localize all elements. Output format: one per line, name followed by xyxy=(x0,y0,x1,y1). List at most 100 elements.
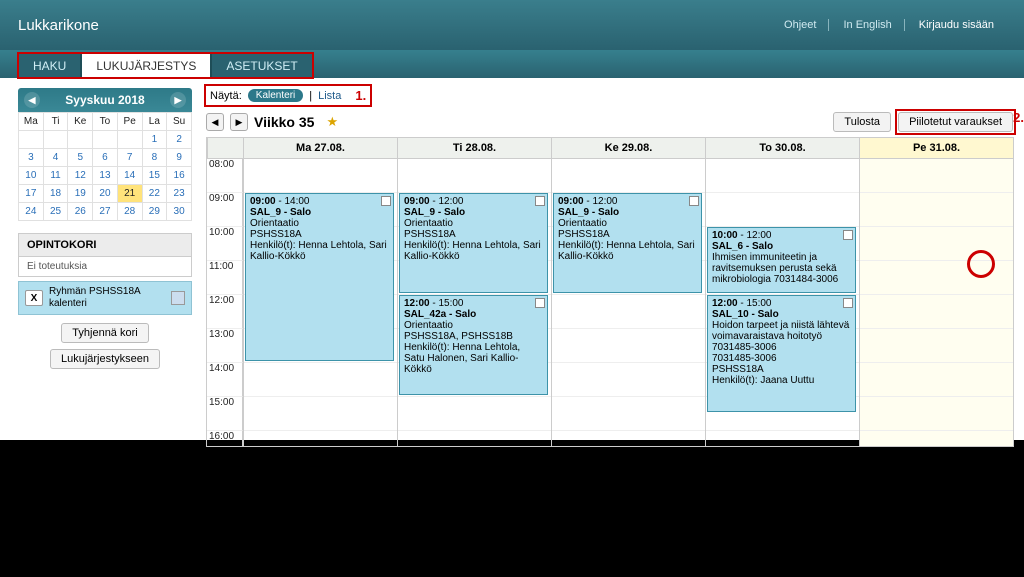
minical-prev[interactable]: ◀ xyxy=(24,92,40,108)
week-next-button[interactable]: ▶ xyxy=(230,113,248,131)
tab-settings[interactable]: ASETUKSET xyxy=(211,53,312,78)
app-header: Lukkarikone Ohjeet In English Kirjaudu s… xyxy=(0,0,1024,50)
minical-day[interactable]: 20 xyxy=(93,185,118,203)
minical-day[interactable]: 10 xyxy=(19,167,44,185)
minical-day[interactable]: 30 xyxy=(167,203,192,221)
minical-day[interactable]: 13 xyxy=(93,167,118,185)
minical-day xyxy=(68,131,93,149)
minical-day[interactable]: 6 xyxy=(93,149,118,167)
event-mon[interactable]: 09:00 - 14:00SAL_9 - SaloOrientaatioPSHS… xyxy=(245,193,394,361)
minical-day[interactable]: 21 xyxy=(117,185,142,203)
event-pin-icon[interactable] xyxy=(381,196,391,206)
minical-month: Syyskuu 2018 xyxy=(65,93,144,107)
event-pin-icon[interactable] xyxy=(535,196,545,206)
sidebar: ◀ Syyskuu 2018 ▶ MaTiKeToPeLaSu 12345678… xyxy=(0,78,200,447)
minical-day[interactable]: 7 xyxy=(117,149,142,167)
brand-title: Lukkarikone xyxy=(18,17,99,34)
event-thu-1[interactable]: 10:00 - 12:00SAL_6 - SaloIhmisen immunit… xyxy=(707,227,856,293)
event-pin-icon[interactable] xyxy=(843,230,853,240)
event-tue-1[interactable]: 09:00 - 12:00SAL_9 - SaloOrientaatioPSHS… xyxy=(399,193,548,293)
minical-day[interactable]: 22 xyxy=(142,185,167,203)
tab-search[interactable]: HAKU xyxy=(18,53,81,78)
minical-day[interactable]: 29 xyxy=(142,203,167,221)
calendar-main: Näytä: Kalenteri | Lista 1. ◀ ▶ Viikko 3… xyxy=(200,78,1024,447)
minical-day[interactable]: 16 xyxy=(167,167,192,185)
minical-day xyxy=(43,131,68,149)
minical-day[interactable]: 8 xyxy=(142,149,167,167)
event-pin-icon[interactable] xyxy=(535,298,545,308)
minical-dow: Pe xyxy=(117,113,142,131)
time-corner xyxy=(207,138,243,159)
dayhead-tue: Ti 28.08. xyxy=(397,138,551,159)
print-button[interactable]: Tulosta xyxy=(833,112,891,132)
minical-day[interactable]: 25 xyxy=(43,203,68,221)
dayhead-wed: Ke 29.08. xyxy=(551,138,705,159)
week-title-row: ◀ ▶ Viikko 35 ★ Tulosta Piilotetut varau… xyxy=(206,111,1014,133)
minical-day[interactable]: 9 xyxy=(167,149,192,167)
event-pin-icon[interactable] xyxy=(689,196,699,206)
hour-label: 14:00 xyxy=(207,363,243,397)
minical-next[interactable]: ▶ xyxy=(170,92,186,108)
language-link[interactable]: In English xyxy=(843,19,904,31)
hour-label: 09:00 xyxy=(207,193,243,227)
minical-day[interactable]: 19 xyxy=(68,185,93,203)
hidden-reservations-button[interactable]: Piilotetut varaukset xyxy=(898,112,1013,132)
basket-item-label: Ryhmän PSHSS18A kalenteri xyxy=(49,286,165,310)
minical-day[interactable]: 18 xyxy=(43,185,68,203)
minical-day[interactable]: 28 xyxy=(117,203,142,221)
minical-day xyxy=(117,131,142,149)
minical-day[interactable]: 1 xyxy=(142,131,167,149)
week-prev-button[interactable]: ◀ xyxy=(206,113,224,131)
basket-remove-button[interactable]: X xyxy=(25,290,43,306)
basket-item-icon[interactable] xyxy=(171,291,185,305)
day-col-fri xyxy=(859,159,1013,447)
help-link[interactable]: Ohjeet xyxy=(784,19,829,31)
dayhead-mon: Ma 27.08. xyxy=(243,138,397,159)
time-column: 08:0009:0010:0011:0012:0013:0014:0015:00… xyxy=(207,159,243,447)
minical-day[interactable]: 4 xyxy=(43,149,68,167)
hour-label: 12:00 xyxy=(207,295,243,329)
tab-schedule[interactable]: LUKUJÄRJESTYS xyxy=(81,53,211,78)
view-calendar-pill[interactable]: Kalenteri xyxy=(248,89,303,102)
minical-day xyxy=(93,131,118,149)
event-tue-2[interactable]: 12:00 - 15:00SAL_42a - SaloOrientaatioPS… xyxy=(399,295,548,395)
view-toggle: Näytä: Kalenteri | Lista 1. xyxy=(206,86,370,105)
day-col-thu: 10:00 - 12:00SAL_6 - SaloIhmisen immunit… xyxy=(705,159,859,447)
minical-day[interactable]: 27 xyxy=(93,203,118,221)
minical-day[interactable]: 23 xyxy=(167,185,192,203)
dayhead-fri: Pe 31.08. xyxy=(859,138,1013,159)
event-pin-icon[interactable] xyxy=(843,298,853,308)
dayhead-thu: To 30.08. xyxy=(705,138,859,159)
add-schedule-button[interactable]: Lukujärjestykseen xyxy=(50,349,160,369)
star-icon[interactable]: ★ xyxy=(326,114,338,130)
basket-item: X Ryhmän PSHSS18A kalenteri xyxy=(18,281,192,315)
minical-day[interactable]: 17 xyxy=(19,185,44,203)
tabs-bar: HAKU LUKUJÄRJESTYS ASETUKSET xyxy=(0,50,1024,78)
login-link[interactable]: Kirjaudu sisään xyxy=(919,19,1006,31)
header-links: Ohjeet In English Kirjaudu sisään xyxy=(784,19,1006,31)
minical-dow: Su xyxy=(167,113,192,131)
minical-dow: Ke xyxy=(68,113,93,131)
minical-day[interactable]: 24 xyxy=(19,203,44,221)
minical-day xyxy=(19,131,44,149)
minical-day[interactable]: 14 xyxy=(117,167,142,185)
minical-day[interactable]: 11 xyxy=(43,167,68,185)
minical-dow: Ma xyxy=(19,113,44,131)
minical-dow: La xyxy=(142,113,167,131)
view-list-link[interactable]: Lista xyxy=(318,90,341,102)
hour-label: 11:00 xyxy=(207,261,243,295)
event-wed[interactable]: 09:00 - 12:00SAL_9 - SaloOrientaatioPSHS… xyxy=(553,193,702,293)
minical-day[interactable]: 5 xyxy=(68,149,93,167)
minical-day[interactable]: 26 xyxy=(68,203,93,221)
minical-day[interactable]: 12 xyxy=(68,167,93,185)
minical-day[interactable]: 15 xyxy=(142,167,167,185)
annotation-1: 1. xyxy=(355,88,366,103)
minical-dow: To xyxy=(93,113,118,131)
view-sep: | xyxy=(309,90,312,102)
minical-day[interactable]: 2 xyxy=(167,131,192,149)
minical-header: ◀ Syyskuu 2018 ▶ xyxy=(18,88,192,112)
clear-basket-button[interactable]: Tyhjennä kori xyxy=(61,323,148,343)
minical-day[interactable]: 3 xyxy=(19,149,44,167)
day-col-wed: 09:00 - 12:00SAL_9 - SaloOrientaatioPSHS… xyxy=(551,159,705,447)
event-thu-2[interactable]: 12:00 - 15:00SAL_10 - SaloHoidon tarpeet… xyxy=(707,295,856,412)
